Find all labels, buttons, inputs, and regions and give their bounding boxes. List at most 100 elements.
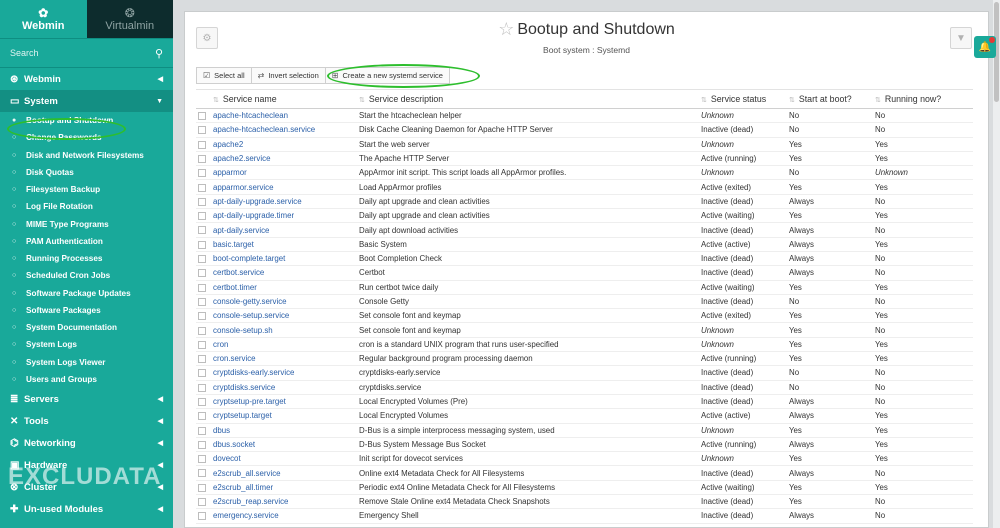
row-checkbox[interactable] <box>198 426 206 435</box>
row-checkbox[interactable] <box>198 312 206 321</box>
row-checkbox[interactable] <box>198 240 206 249</box>
row-checkbox[interactable] <box>198 255 206 264</box>
service-name-link[interactable]: cryptsetup.target <box>213 408 359 424</box>
row-checkbox[interactable] <box>198 183 206 192</box>
column-header[interactable]: ⇅ Running now? <box>875 89 973 109</box>
service-name-link[interactable]: e2scrub_all.service <box>213 465 359 481</box>
row-checkbox[interactable] <box>198 397 206 406</box>
sidebar-item[interactable]: ○ Filesystem Backup <box>0 181 173 198</box>
row-checkbox[interactable] <box>198 212 206 221</box>
row-checkbox[interactable] <box>198 412 206 421</box>
service-name-link[interactable]: console-setup.sh <box>213 322 359 338</box>
watermark: EXCLUDATA <box>8 463 162 490</box>
sidebar-item[interactable]: ○ Running Processes <box>0 250 173 267</box>
service-name-link[interactable]: dbus <box>213 423 359 438</box>
menu-section[interactable]: ⌬ Networking ◀ <box>0 432 173 454</box>
tab-virtualmin[interactable]: ❂ Virtualmin <box>86 0 173 38</box>
sidebar-item[interactable]: ○ Software Package Updates <box>0 285 173 302</box>
service-name-link[interactable]: boot-complete.target <box>213 251 359 267</box>
sidebar-item[interactable]: ○ PAM Authentication <box>0 233 173 250</box>
row-checkbox[interactable] <box>198 283 206 292</box>
row-checkbox[interactable] <box>198 383 206 392</box>
star-icon[interactable]: ☆ <box>498 19 514 39</box>
menu-section[interactable]: ✚ Un-used Modules ◀ <box>0 498 173 520</box>
page-scrollbar-track[interactable] <box>993 0 1000 528</box>
service-name-link[interactable]: apt-daily-upgrade.service <box>213 194 359 210</box>
sidebar-item[interactable]: ○ Disk Quotas <box>0 164 173 181</box>
column-header[interactable]: ⇅ Start at boot? <box>789 89 875 109</box>
row-checkbox[interactable] <box>198 297 206 306</box>
row-checkbox[interactable] <box>198 154 206 163</box>
sidebar-search[interactable]: Search ⚲ <box>0 38 173 68</box>
service-name-link[interactable]: dbus.socket <box>213 437 359 453</box>
row-checkbox[interactable] <box>198 483 206 492</box>
invert-selection-button[interactable]: ⇄ Invert selection <box>250 67 326 84</box>
service-name-link[interactable]: apache2 <box>213 137 359 152</box>
row-checkbox[interactable] <box>198 197 206 206</box>
service-name-link[interactable]: apache-htcacheclean <box>213 108 359 124</box>
service-name-link[interactable]: apache-htcacheclean.service <box>213 122 359 138</box>
row-checkbox[interactable] <box>198 469 206 478</box>
row-checkbox[interactable] <box>198 226 206 235</box>
menu-section[interactable]: ≣ Servers ◀ <box>0 388 173 410</box>
menu-section[interactable]: ▭ System ▼ <box>0 90 173 112</box>
service-name-link[interactable]: apparmor <box>213 165 359 181</box>
running-now: Yes <box>875 179 973 195</box>
service-name-link[interactable]: emergency.service <box>213 508 359 524</box>
notifications-button[interactable]: 🔔 <box>974 36 996 58</box>
service-name-link[interactable]: apt-daily.service <box>213 222 359 238</box>
sidebar-item[interactable]: ○ System Logs <box>0 336 173 353</box>
row-select-cell <box>196 265 213 281</box>
filter-button[interactable]: ▼ <box>950 27 972 49</box>
column-header[interactable]: ⇅ Service description <box>359 89 701 109</box>
sidebar-item[interactable]: ○ Log File Rotation <box>0 198 173 215</box>
column-header[interactable]: ⇅ Service name <box>213 89 359 109</box>
service-name-link[interactable]: certbot.service <box>213 265 359 281</box>
row-checkbox[interactable] <box>198 126 206 135</box>
service-name-link[interactable]: cryptdisks.service <box>213 380 359 395</box>
row-checkbox[interactable] <box>198 369 206 378</box>
service-name-link[interactable]: cron.service <box>213 351 359 367</box>
sidebar-item[interactable]: ○ MIME Type Programs <box>0 216 173 233</box>
sidebar-item[interactable]: ○ Scheduled Cron Jobs <box>0 267 173 284</box>
menu-section[interactable]: ✕ Tools ◀ <box>0 410 173 432</box>
row-checkbox[interactable] <box>198 326 206 335</box>
row-checkbox[interactable] <box>198 440 206 449</box>
row-checkbox[interactable] <box>198 112 206 121</box>
service-name-link[interactable]: apache2.service <box>213 151 359 167</box>
row-checkbox[interactable] <box>198 512 206 521</box>
service-name-link[interactable]: console-setup.service <box>213 308 359 324</box>
service-name-link[interactable]: apparmor.service <box>213 179 359 195</box>
table-row: apt-daily-upgrade.service Daily apt upgra… <box>196 194 973 210</box>
sidebar-item[interactable]: ○ Software Packages <box>0 302 173 319</box>
service-name-link[interactable]: basic.target <box>213 237 359 252</box>
service-name-link[interactable]: cron <box>213 337 359 353</box>
sidebar-item[interactable]: ○ System Documentation <box>0 319 173 336</box>
sidebar-item[interactable]: ○ Disk and Network Filesystems <box>0 147 173 164</box>
sidebar-item[interactable]: ○ System Logs Viewer <box>0 354 173 371</box>
search-input[interactable]: Search <box>10 48 39 58</box>
row-checkbox[interactable] <box>198 140 206 149</box>
row-checkbox[interactable] <box>198 169 206 178</box>
service-name-link[interactable]: e2scrub_reap.service <box>213 494 359 510</box>
service-name-link[interactable]: cryptsetup-pre.target <box>213 394 359 410</box>
select-all-button[interactable]: ☑ Select all <box>196 67 252 84</box>
row-checkbox[interactable] <box>198 455 206 464</box>
row-checkbox[interactable] <box>198 498 206 507</box>
row-checkbox[interactable] <box>198 355 206 364</box>
search-icon[interactable]: ⚲ <box>155 47 163 60</box>
row-checkbox[interactable] <box>198 269 206 278</box>
service-name-link[interactable]: certbot.timer <box>213 280 359 295</box>
service-name-link[interactable]: cryptdisks-early.service <box>213 365 359 381</box>
service-name-link[interactable]: console-getty.service <box>213 294 359 310</box>
column-header[interactable]: ⇅ Service status <box>701 89 789 109</box>
service-name-link[interactable]: e2scrub_all.timer <box>213 480 359 496</box>
service-name-link[interactable]: apt-daily-upgrade.timer <box>213 208 359 224</box>
sidebar-item[interactable]: ○ Users and Groups <box>0 371 173 388</box>
circle-icon: ○ <box>12 341 17 349</box>
menu-section[interactable]: ⊛ Webmin ◀ <box>0 68 173 90</box>
service-name-link[interactable]: dovecot <box>213 451 359 467</box>
start-at-boot: Yes <box>789 494 875 510</box>
row-checkbox[interactable] <box>198 340 206 349</box>
tab-webmin[interactable]: ✿ Webmin <box>0 0 87 38</box>
